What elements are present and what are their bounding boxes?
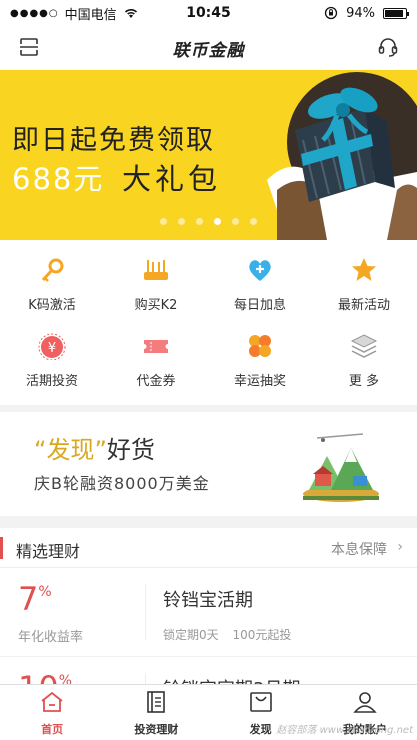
rate-unit: %	[38, 584, 52, 600]
tab-label: 发现	[249, 723, 272, 736]
quick-action-latest-events[interactable]: 最新活动	[312, 256, 416, 316]
quick-action-label: 活期投资	[25, 374, 78, 389]
status-left: ●●●●○ 中国电信	[10, 4, 324, 23]
pagination-dot[interactable]	[160, 218, 167, 225]
rate-value: 7	[18, 580, 39, 618]
battery-icon	[383, 7, 409, 19]
discover-promo-card[interactable]: “发现”好货 庆B轮融资8000万美金	[0, 412, 417, 516]
guarantee-link[interactable]: 本息保障	[331, 539, 387, 559]
status-bar: ●●●●○ 中国电信 10:45 94%	[0, 0, 417, 26]
product-rate: 10%	[18, 669, 72, 684]
svg-text:¥: ¥	[48, 341, 56, 356]
pagination-dot[interactable]	[250, 218, 257, 225]
quick-action-daily-bonus[interactable]: 每日加息	[208, 256, 312, 316]
pagination-dot-active[interactable]	[214, 218, 221, 225]
status-right: 94%	[324, 5, 409, 21]
clover-icon	[249, 335, 271, 357]
product-name: 铃铛宝定期3月期	[163, 675, 300, 684]
rate-label: 年化收益率	[18, 630, 84, 645]
promo-open-quote: “	[34, 436, 47, 464]
yen-coin-icon: ¥	[38, 333, 66, 361]
banner-headline: 即日起免费领取	[12, 125, 215, 156]
section-title: 精选理财	[16, 542, 81, 561]
tab-account[interactable]: 我的账户	[313, 685, 417, 740]
chevron-right-icon[interactable]: ›	[397, 539, 403, 555]
quick-action-label: 最新活动	[337, 298, 390, 313]
product-name: 铃铛宝活期	[163, 590, 253, 611]
banner-pagination[interactable]	[160, 218, 257, 225]
tab-discover[interactable]: 发现	[209, 685, 313, 740]
min-investment: 100元起投	[232, 628, 292, 642]
promo-banner[interactable]: 即日起免费领取 688元 大礼包	[0, 70, 417, 240]
scan-icon[interactable]	[18, 36, 40, 58]
quick-action-label: 更 多	[348, 374, 380, 389]
voucher-icon	[144, 340, 168, 353]
landscape-illustration	[303, 433, 379, 502]
promo-suffix: 好货	[106, 436, 155, 464]
rate-unit: %	[58, 673, 73, 684]
tab-label: 投资理财	[134, 723, 179, 736]
stack-icon	[350, 334, 378, 358]
brand-logo: 联币金融	[172, 40, 245, 61]
wifi-icon	[124, 9, 137, 18]
section-accent-bar	[0, 537, 3, 559]
quick-action-label: 代金券	[136, 374, 176, 389]
product-meta: 锁定期0天 100元起投	[163, 626, 301, 643]
product-card[interactable]: 7% 年化收益率 铃铛宝活期 锁定期0天 100元起投	[0, 568, 417, 656]
quick-action-label: K码激活	[28, 298, 76, 313]
nav-bar: 联币金融	[0, 26, 417, 70]
tab-label: 我的账户	[342, 723, 387, 736]
tab-label: 首页	[41, 723, 64, 736]
quick-action-lucky-draw[interactable]: 幸运抽奖	[208, 332, 312, 392]
banner-gift: 大礼包	[122, 162, 222, 196]
quick-action-label: 幸运抽奖	[233, 374, 286, 389]
banner-amount: 688元	[12, 162, 105, 196]
bag-icon	[249, 692, 272, 712]
tab-home[interactable]: 首页	[0, 685, 104, 740]
customer-service-icon[interactable]	[377, 36, 399, 58]
user-icon	[353, 692, 377, 713]
pagination-dot[interactable]	[232, 218, 239, 225]
promo-title: “发现”好货	[34, 430, 155, 465]
router-icon	[144, 260, 168, 280]
quick-action-k-code[interactable]: K码激活	[0, 256, 104, 316]
quick-action-demand-invest[interactable]: ¥ 活期投资	[0, 332, 104, 392]
quick-action-label: 每日加息	[233, 298, 286, 313]
promo-close-quote: ”	[94, 436, 107, 464]
signal-icon: ●●●●○	[10, 7, 59, 19]
star-icon	[352, 258, 376, 281]
rotation-lock-icon	[324, 6, 338, 20]
featured-section-header: 精选理财 本息保障 ›	[0, 528, 417, 568]
divider	[145, 584, 146, 640]
battery-percent: 94%	[346, 5, 375, 21]
quick-action-buy-k2[interactable]: 购买K2	[104, 256, 208, 316]
product-card[interactable]: 10% 铃铛宝定期3月期	[0, 656, 417, 684]
lock-period: 锁定期0天	[163, 628, 219, 642]
quick-actions-grid: K码激活 购买K2 每日加息 最新活动 ¥ 活期投资 代金券 幸运抽奖 更 多	[0, 240, 417, 405]
promo-highlight: 发现	[46, 436, 95, 464]
tab-investment[interactable]: 投资理财	[104, 685, 208, 740]
quick-action-more[interactable]: 更 多	[312, 332, 416, 392]
gift-box-illustration	[267, 72, 417, 240]
quick-action-voucher[interactable]: 代金券	[104, 332, 208, 392]
heart-plus-icon	[249, 260, 271, 281]
quick-action-label: 购买K2	[134, 298, 178, 313]
rate-value: 10	[18, 669, 59, 684]
divider	[145, 673, 146, 684]
product-rate: 7%	[18, 580, 52, 618]
pagination-dot[interactable]	[178, 218, 185, 225]
carrier-label: 中国电信	[64, 7, 117, 23]
promo-subtitle: 庆B轮融资8000万美金	[34, 474, 210, 493]
ledger-icon	[147, 691, 166, 713]
key-icon	[41, 258, 64, 282]
pagination-dot[interactable]	[196, 218, 203, 225]
bottom-tab-bar: 首页 投资理财 发现 我的账户	[0, 684, 417, 740]
home-icon	[41, 691, 63, 712]
